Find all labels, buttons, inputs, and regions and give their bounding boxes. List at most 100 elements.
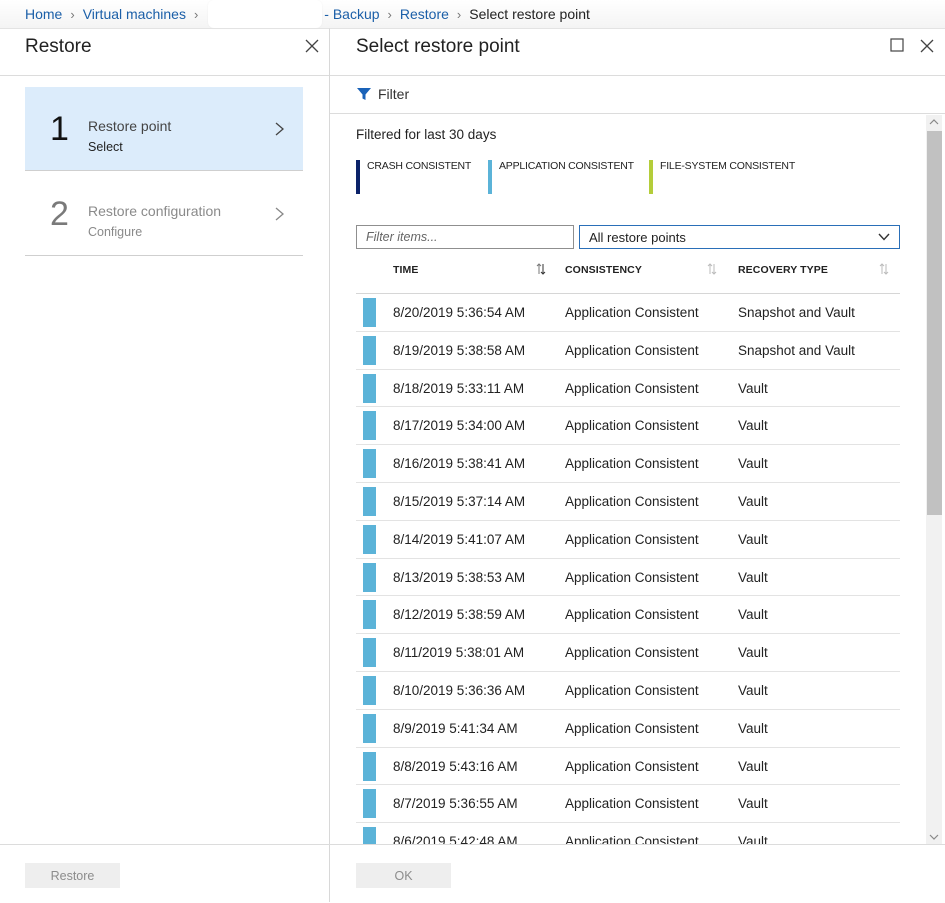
step-restore-point[interactable]: 1 Restore point Select — [25, 87, 303, 171]
chevron-right-icon: › — [456, 6, 462, 22]
step-number: 1 — [50, 110, 69, 148]
cell-recovery-type: Vault — [738, 834, 768, 844]
cell-consistency: Application Consistent — [565, 456, 699, 472]
breadcrumb-home[interactable]: Home — [25, 6, 62, 22]
cell-consistency: Application Consistent — [565, 720, 699, 736]
ok-button[interactable]: OK — [356, 863, 451, 888]
select-restore-point-panel: Select restore point Filter Filtered for… — [330, 28, 945, 902]
cell-time: 8/20/2019 5:36:54 AM — [393, 305, 526, 320]
chevron-right-icon: › — [70, 6, 75, 22]
cell-consistency: Application Consistent — [565, 796, 699, 812]
consistency-indicator — [363, 562, 376, 592]
cell-recovery-type: Vault — [738, 720, 768, 736]
legend-crash-consistent: CRASH CONSISTENT — [356, 160, 471, 194]
consistency-indicator — [363, 827, 376, 844]
cell-consistency: Application Consistent — [565, 569, 699, 585]
table-row[interactable]: 8/20/2019 5:36:54 AM Application Consiste… — [356, 294, 900, 332]
cell-time: 8/11/2019 5:38:01 AM — [393, 645, 525, 661]
cell-consistency: Application Consistent — [565, 380, 699, 396]
table-row[interactable]: 8/16/2019 5:38:41 AM Application Consiste… — [356, 445, 900, 483]
cell-recovery-type: Vault — [738, 682, 768, 698]
table-row[interactable]: 8/18/2019 5:33:11 AM Application Consiste… — [356, 370, 900, 408]
scroll-up-icon[interactable] — [929, 118, 939, 126]
table-row[interactable]: 8/19/2019 5:38:58 AM Application Consiste… — [356, 332, 900, 370]
scrollbar[interactable] — [926, 115, 942, 844]
table-row[interactable]: 8/7/2019 5:36:55 AM Application Consisten… — [356, 785, 900, 824]
consistency-indicator — [363, 298, 376, 327]
table-row[interactable]: 8/12/2019 5:38:59 AM Application Consiste… — [356, 596, 900, 635]
breadcrumb: Home › Virtual machines › - Backup › Res… — [0, 0, 945, 28]
cell-consistency: Application Consistent — [565, 531, 699, 547]
cell-consistency: Application Consistent — [565, 834, 699, 844]
breadcrumb-backup[interactable]: - Backup — [324, 6, 379, 22]
scroll-down-icon[interactable] — [929, 833, 939, 841]
sort-icon[interactable] — [879, 263, 889, 275]
cell-recovery-type: Vault — [738, 418, 768, 434]
cell-time: 8/18/2019 5:33:11 AM — [393, 380, 525, 396]
chevron-right-icon: › — [387, 6, 392, 22]
consistency-indicator — [363, 449, 376, 479]
consistency-indicator — [363, 335, 376, 365]
filter-items-input[interactable] — [356, 225, 574, 249]
breadcrumb-redacted-vm-name — [208, 0, 323, 28]
breadcrumb-restore[interactable]: Restore — [400, 6, 449, 22]
close-icon[interactable] — [304, 38, 320, 54]
legend-swatch — [488, 160, 492, 194]
table-row[interactable]: 8/14/2019 5:41:07 AM Application Consiste… — [356, 521, 900, 559]
table-row[interactable]: 8/6/2019 5:42:48 AM Application Consisten… — [356, 823, 900, 844]
dropdown-selected-value: All restore points — [589, 229, 686, 245]
restore-points-dropdown[interactable]: All restore points — [579, 225, 900, 249]
table-row[interactable]: 8/15/2019 5:37:14 AM Application Consiste… — [356, 483, 900, 521]
maximize-icon[interactable] — [890, 38, 904, 52]
cell-consistency: Application Consistent — [565, 645, 699, 661]
sort-icon[interactable] — [707, 263, 717, 275]
consistency-indicator — [363, 373, 376, 403]
cell-time: 8/15/2019 5:37:14 AM — [393, 493, 526, 509]
scrollbar-thumb[interactable] — [927, 131, 942, 515]
column-header-consistency[interactable]: CONSISTENCY — [565, 264, 642, 276]
step-restore-configuration[interactable]: 2 Restore configuration Configure — [25, 172, 303, 256]
cell-time: 8/6/2019 5:42:48 AM — [393, 834, 518, 844]
table-row[interactable]: 8/17/2019 5:34:00 AM Application Consiste… — [356, 407, 900, 446]
cell-recovery-type: Vault — [738, 531, 768, 547]
cell-time: 8/9/2019 5:41:34 AM — [393, 720, 518, 736]
consistency-indicator — [363, 675, 376, 705]
legend-label: APPLICATION CONSISTENT — [499, 160, 634, 172]
consistency-indicator — [363, 751, 376, 781]
filtered-note: Filtered for last 30 days — [356, 127, 497, 142]
cell-time: 8/16/2019 5:38:41 AM — [393, 456, 526, 472]
table-row[interactable]: 8/10/2019 5:36:36 AM Application Consiste… — [356, 672, 900, 710]
step-label: Restore configuration — [88, 203, 222, 219]
cell-recovery-type: Snapshot and Vault — [738, 305, 855, 320]
table-row[interactable]: 8/9/2019 5:41:34 AM Application Consisten… — [356, 710, 900, 748]
table-row[interactable]: 8/11/2019 5:38:01 AM Application Consiste… — [356, 634, 900, 672]
legend-label: FILE-SYSTEM CONSISTENT — [660, 160, 796, 172]
sort-icon[interactable] — [536, 263, 546, 275]
restore-button[interactable]: Restore — [25, 863, 120, 888]
cell-consistency: Application Consistent — [565, 305, 699, 320]
chevron-down-icon — [878, 233, 890, 241]
cell-recovery-type: Vault — [738, 796, 768, 812]
consistency-indicator — [363, 486, 376, 516]
restore-points-table: 8/20/2019 5:36:54 AM Application Consiste… — [356, 294, 900, 844]
cell-recovery-type: Vault — [738, 569, 768, 585]
table-row[interactable]: 8/8/2019 5:43:16 AM Application Consisten… — [356, 748, 900, 786]
close-icon[interactable] — [919, 38, 935, 54]
chevron-right-icon — [275, 207, 284, 221]
breadcrumb-virtual-machines[interactable]: Virtual machines — [83, 6, 186, 22]
filter-icon — [357, 88, 371, 100]
chevron-right-icon: › — [193, 6, 199, 22]
cell-recovery-type: Vault — [738, 758, 768, 774]
step-label: Restore point — [88, 118, 172, 134]
restore-panel: Restore 1 Restore point Select 2 Restore… — [0, 28, 330, 902]
column-header-time[interactable]: TIME — [393, 264, 418, 276]
table-row[interactable]: 8/13/2019 5:38:53 AM Application Consiste… — [356, 559, 900, 597]
cell-time: 8/13/2019 5:38:53 AM — [393, 569, 526, 585]
cell-consistency: Application Consistent — [565, 342, 699, 358]
cell-recovery-type: Vault — [738, 456, 768, 472]
cell-consistency: Application Consistent — [565, 493, 699, 509]
filter-button[interactable]: Filter — [356, 86, 409, 102]
select-panel-header: Select restore point — [330, 29, 945, 76]
consistency-indicator — [363, 713, 376, 743]
column-header-recovery-type[interactable]: RECOVERY TYPE — [738, 264, 828, 276]
